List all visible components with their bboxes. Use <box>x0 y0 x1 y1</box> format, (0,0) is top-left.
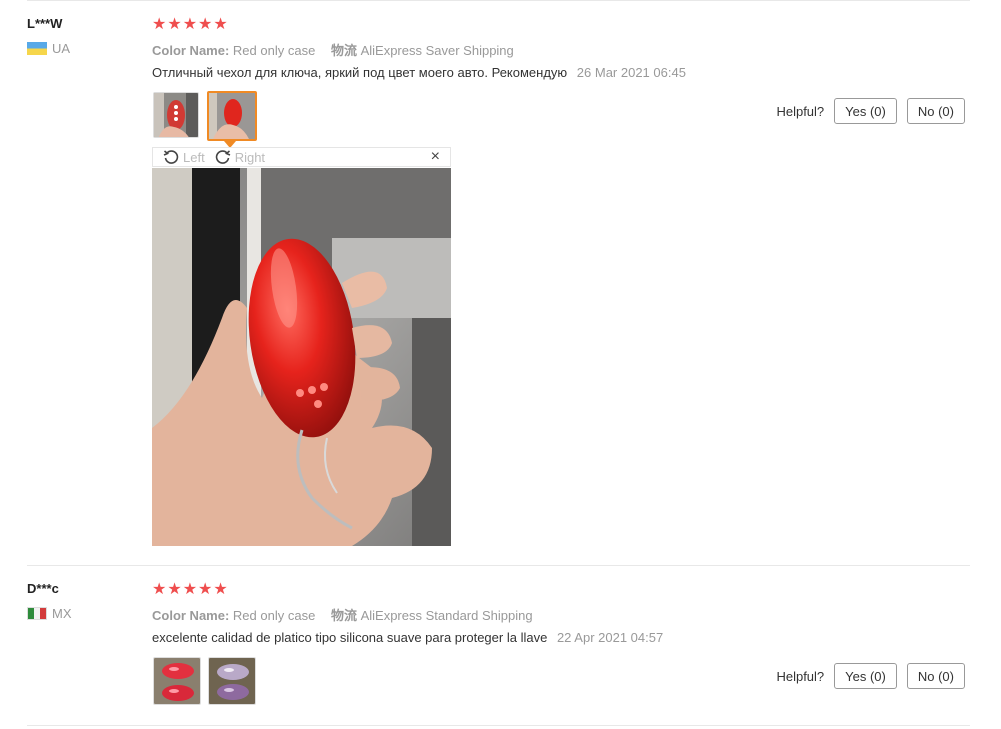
review-photo-thumbnail[interactable] <box>208 657 256 705</box>
comment-text: Отличный чехол для ключа, яркий под цвет… <box>152 65 568 80</box>
helpful-vote-group: Helpful? Yes (0) No (0) <box>776 98 965 124</box>
review-divider <box>27 725 970 726</box>
rotate-left-label: Left <box>183 149 205 165</box>
ukraine-flag-icon <box>27 42 47 55</box>
photo-thumbnail-image <box>154 93 198 137</box>
helpful-yes-button[interactable]: Yes (0) <box>834 98 897 124</box>
color-label: Color Name: <box>152 608 230 623</box>
color-value: Red only case <box>232 43 316 58</box>
helpful-yes-button[interactable]: Yes (0) <box>834 663 897 689</box>
reviewer-country: MX <box>27 606 72 621</box>
mexico-flag-icon <box>27 607 47 620</box>
review-meta: Color Name: Red only case 物流 AliExpress … <box>152 40 526 59</box>
color-value: Red only case <box>232 608 316 623</box>
review-divider <box>27 565 970 566</box>
rotate-right-icon <box>215 150 231 164</box>
top-divider <box>27 0 970 1</box>
review-photo-thumbnail[interactable] <box>153 92 199 138</box>
helpful-label: Helpful? <box>776 103 825 119</box>
logistics-label: 物流 <box>330 43 357 58</box>
helpful-vote-group: Helpful? Yes (0) No (0) <box>776 663 965 689</box>
logistics-value: AliExpress Saver Shipping <box>360 43 514 58</box>
review-photo-enlarged <box>152 168 451 546</box>
country-code: MX <box>52 606 72 621</box>
review-comment: excelente calidad de platico tipo silico… <box>152 630 663 645</box>
color-label: Color Name: <box>152 43 230 58</box>
close-viewer-button[interactable]: × <box>431 148 440 166</box>
photo-thumbnail-image <box>154 658 200 704</box>
rotate-left-button[interactable]: Left <box>163 149 205 165</box>
country-code: UA <box>52 41 71 56</box>
photo-viewer-toolbar: Left Right × <box>152 147 451 167</box>
star-rating: ★★★★★ <box>152 16 229 33</box>
rotate-left-icon <box>163 150 179 164</box>
photo-thumbnail-image <box>209 658 255 704</box>
helpful-no-button[interactable]: No (0) <box>906 98 965 124</box>
rotate-right-label: Right <box>234 149 266 165</box>
star-rating: ★★★★★ <box>152 581 229 598</box>
review-photo-thumbnail[interactable] <box>153 657 201 705</box>
helpful-label: Helpful? <box>776 668 825 684</box>
review-date: 22 Apr 2021 04:57 <box>556 630 664 645</box>
review-photo-thumbnail-selected[interactable] <box>207 91 257 141</box>
logistics-value: AliExpress Standard Shipping <box>360 608 533 623</box>
review-meta: Color Name: Red only case 物流 AliExpress … <box>152 605 545 624</box>
helpful-no-button[interactable]: No (0) <box>906 663 965 689</box>
comment-text: excelente calidad de platico tipo silico… <box>152 630 548 645</box>
review-date: 26 Mar 2021 06:45 <box>576 65 686 80</box>
logistics-label: 物流 <box>330 608 357 623</box>
rotate-right-button[interactable]: Right <box>215 149 265 165</box>
review-comment: Отличный чехол для ключа, яркий под цвет… <box>152 65 686 80</box>
photo-thumbnail-image <box>209 93 255 139</box>
enlarged-photo-image <box>152 168 451 546</box>
reviewer-name: D***c <box>27 581 59 596</box>
reviewer-name: L***W <box>27 16 63 31</box>
reviewer-country: UA <box>27 41 70 56</box>
